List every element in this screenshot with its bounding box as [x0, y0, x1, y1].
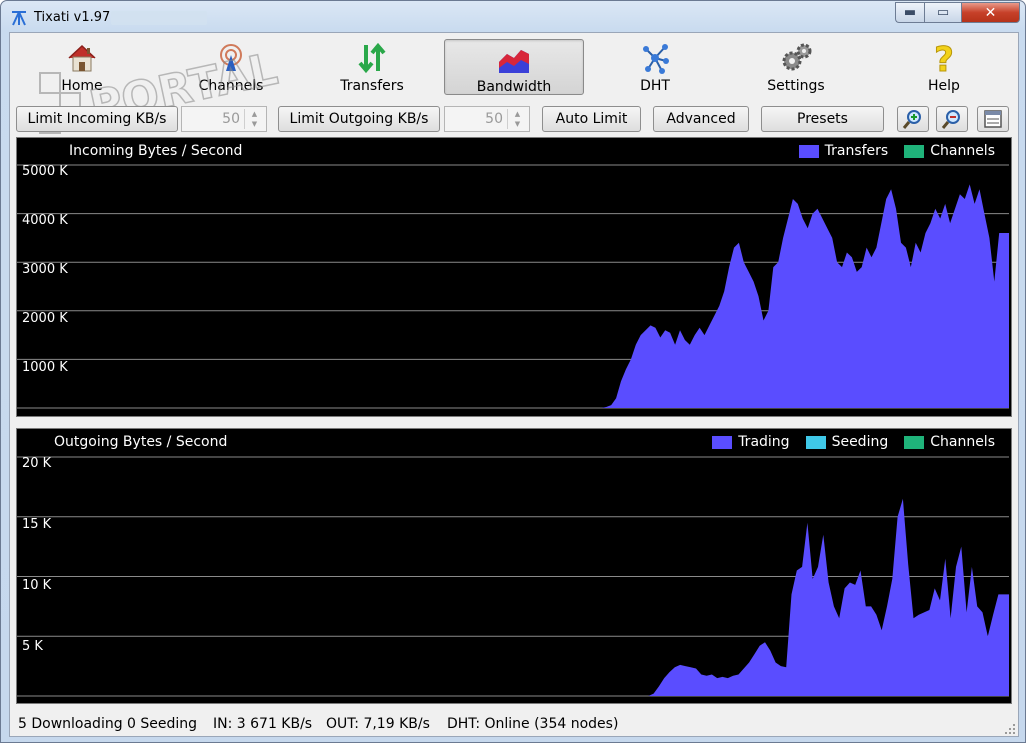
- zoom-out-icon: [941, 110, 960, 129]
- tab-transfers-label: Transfers: [340, 78, 404, 94]
- title-bar[interactable]: Tixati v1.97 ▬ ▭ ✕: [1, 1, 1025, 33]
- legend-swatch-trading: [712, 435, 733, 449]
- advanced-button[interactable]: Advanced: [653, 106, 749, 132]
- status-in-rate: IN: 3 671 KB/s: [213, 716, 313, 732]
- y-tick-label: 10 K: [22, 578, 52, 593]
- y-tick-label: 5 K: [22, 639, 43, 654]
- chevron-down-icon[interactable]: ▼: [508, 119, 527, 129]
- incoming-graph: Incoming Bytes / Second Transfers Channe…: [16, 137, 1012, 417]
- legend-swatch-transfers: [798, 144, 819, 158]
- auto-limit-button[interactable]: Auto Limit: [542, 106, 641, 132]
- bandwidth-icon: [499, 50, 529, 73]
- y-tick-label: 4000 K: [22, 213, 68, 228]
- limit-toolbar: Limit Incoming KB/s 50 ▲ ▼ Limit Outgoin…: [10, 103, 1018, 133]
- tab-channels[interactable]: Channels: [161, 39, 301, 95]
- legend-swatch-channels: [904, 435, 925, 449]
- transfers-icon: [358, 42, 386, 74]
- tab-home[interactable]: Home: [12, 39, 152, 95]
- tab-bandwidth-label: Bandwidth: [476, 79, 552, 95]
- gear-icon: [782, 43, 812, 71]
- status-downloading: 5 Downloading: [18, 716, 123, 732]
- outgoing-graph: Outgoing Bytes / Second Trading Seeding …: [16, 428, 1012, 704]
- window-title: Tixati v1.97: [34, 10, 111, 25]
- tab-channels-label: Channels: [198, 78, 264, 94]
- maximize-button[interactable]: ▭: [924, 2, 961, 23]
- legend-channels: Channels: [930, 143, 995, 159]
- zoom-in-icon: [902, 110, 921, 129]
- outgoing-spin-arrows[interactable]: ▲ ▼: [507, 109, 527, 129]
- maximize-icon: ▭: [936, 5, 950, 20]
- tab-help-label: Help: [928, 78, 960, 94]
- status-out-rate: OUT: 7,19 KB/s: [326, 716, 430, 732]
- y-tick-label: 5000 K: [22, 164, 68, 179]
- legend-channels: Channels: [930, 434, 995, 450]
- client-area: Home Channels Transfers Bandwidth DHT Se…: [9, 32, 1019, 737]
- limit-incoming-button[interactable]: Limit Incoming KB/s: [16, 106, 178, 132]
- tab-settings-label: Settings: [767, 78, 825, 94]
- y-tick-label: 3000 K: [22, 262, 68, 277]
- outgoing-graph-plot: [17, 456, 1009, 697]
- outgoing-series-trading: [17, 498, 1009, 696]
- tab-dht-label: DHT: [640, 78, 670, 94]
- tab-transfers[interactable]: Transfers: [302, 39, 442, 95]
- tab-home-label: Home: [61, 78, 103, 94]
- legend-swatch-channels: [904, 144, 925, 158]
- y-tick-label: 1000 K: [22, 360, 68, 375]
- close-button[interactable]: ✕: [961, 2, 1020, 23]
- tab-settings[interactable]: Settings: [726, 39, 866, 95]
- home-icon: [68, 44, 96, 72]
- incoming-legend: Transfers Channels: [783, 143, 995, 159]
- help-icon: ?: [934, 41, 955, 75]
- limit-outgoing-button[interactable]: Limit Outgoing KB/s: [278, 106, 440, 132]
- minimize-button[interactable]: ▬: [895, 2, 924, 23]
- outgoing-legend: Trading Seeding Channels: [696, 434, 995, 450]
- app-window: Tixati v1.97 ▬ ▭ ✕ Home Channels Transfe…: [0, 0, 1026, 743]
- close-icon: ✕: [984, 4, 997, 21]
- status-dht: DHT: Online (354 nodes): [447, 716, 619, 732]
- resize-grip-icon[interactable]: [1004, 723, 1016, 735]
- legend-transfers: Transfers: [824, 143, 889, 159]
- incoming-series-transfers: [17, 184, 1009, 408]
- legend-swatch-seeding: [805, 435, 826, 449]
- dht-icon: [643, 44, 669, 74]
- incoming-spin-arrows[interactable]: ▲ ▼: [244, 109, 264, 129]
- status-seeding: 0 Seeding: [127, 716, 198, 732]
- outgoing-limit-value: 50: [485, 111, 503, 127]
- chevron-up-icon[interactable]: ▲: [245, 109, 264, 119]
- zoom-in-button[interactable]: [897, 106, 929, 132]
- legend-trading: Trading: [738, 434, 790, 450]
- graph-options-button[interactable]: [977, 106, 1009, 132]
- y-tick-label: 20 K: [22, 456, 52, 471]
- window-layout-icon: [984, 110, 1002, 128]
- incoming-limit-spinner[interactable]: 50 ▲ ▼: [181, 106, 267, 132]
- tab-dht[interactable]: DHT: [585, 39, 725, 95]
- tab-help[interactable]: ? Help: [874, 39, 1014, 95]
- status-bar: 5 Downloading 0 Seeding IN: 3 671 KB/s O…: [10, 713, 1018, 737]
- minimize-icon: ▬: [903, 5, 917, 20]
- presets-button[interactable]: Presets: [761, 106, 884, 132]
- chevron-up-icon[interactable]: ▲: [508, 109, 527, 119]
- main-toolbar: Home Channels Transfers Bandwidth DHT Se…: [10, 33, 1018, 99]
- channels-icon: [220, 44, 242, 71]
- svg-text:?: ?: [934, 41, 954, 75]
- chevron-down-icon[interactable]: ▼: [245, 119, 264, 129]
- y-tick-label: 15 K: [22, 517, 52, 532]
- title-redaction: [111, 11, 207, 25]
- incoming-limit-value: 50: [222, 111, 240, 127]
- outgoing-limit-spinner[interactable]: 50 ▲ ▼: [444, 106, 530, 132]
- outgoing-graph-title: Outgoing Bytes / Second: [54, 434, 228, 450]
- incoming-graph-plot: [17, 164, 1009, 409]
- tixati-logo-icon: [12, 11, 26, 26]
- zoom-out-button[interactable]: [936, 106, 968, 132]
- incoming-graph-title: Incoming Bytes / Second: [69, 143, 243, 159]
- legend-seeding: Seeding: [831, 434, 889, 450]
- y-tick-label: 2000 K: [22, 311, 68, 326]
- tab-bandwidth[interactable]: Bandwidth: [444, 39, 584, 95]
